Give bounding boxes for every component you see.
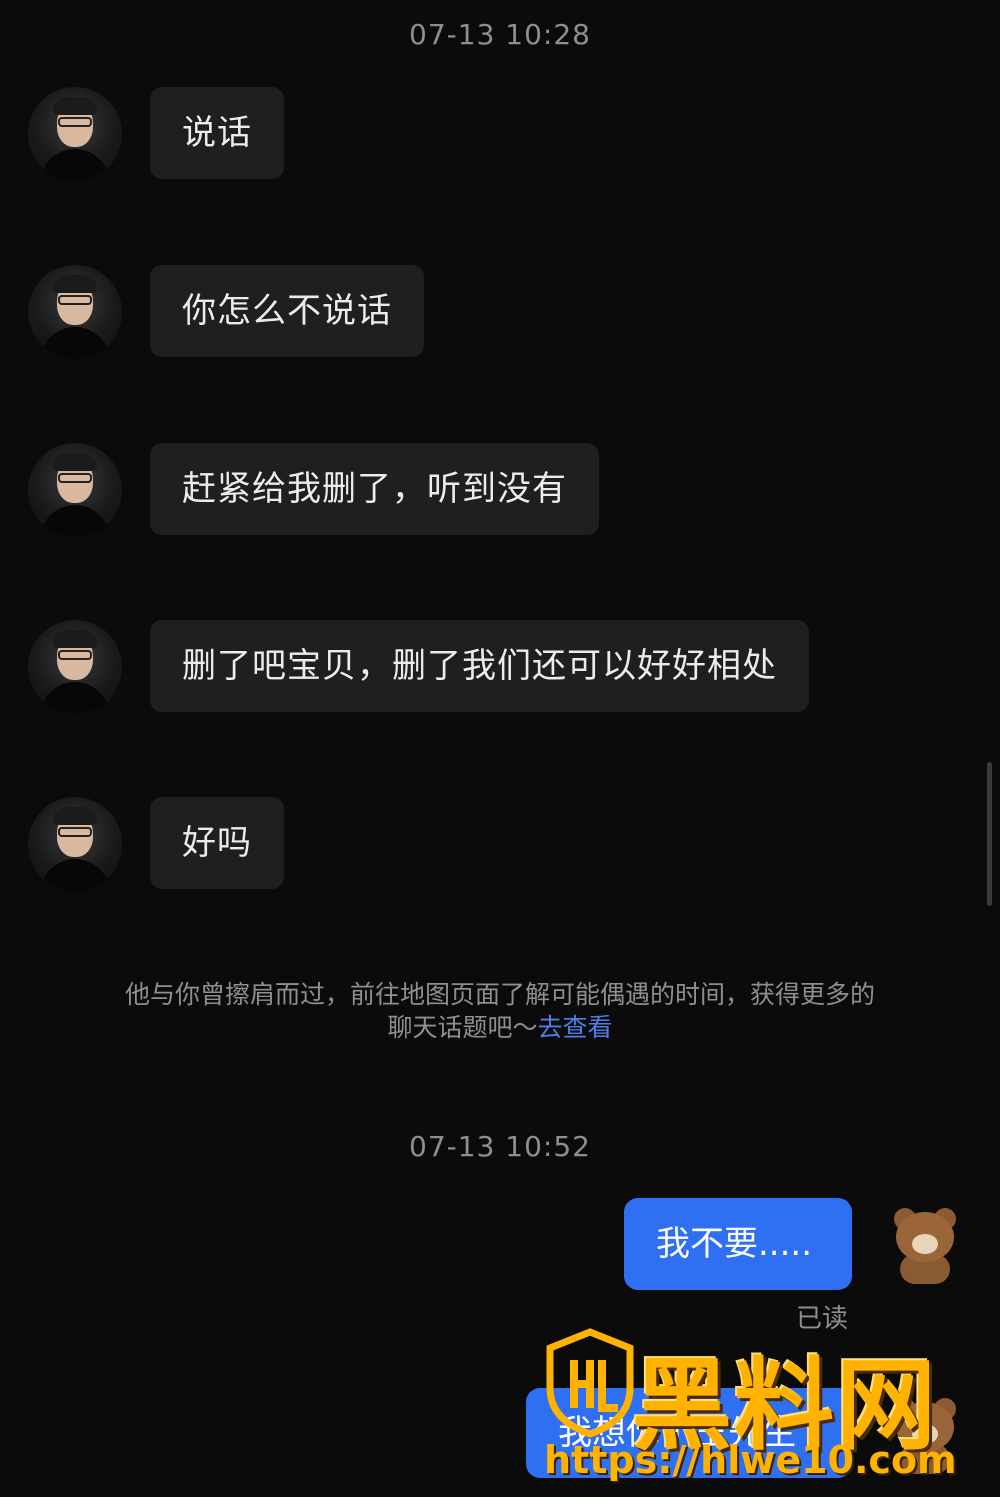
read-status: 已读 bbox=[796, 1304, 849, 1334]
scrollbar[interactable] bbox=[987, 762, 992, 906]
contact-avatar[interactable] bbox=[28, 87, 122, 181]
encounter-notice: 他与你曾擦肩而过，前往地图页面了解可能偶遇的时间，获得更多的聊天话题吧～去查看 bbox=[120, 978, 880, 1044]
contact-avatar[interactable] bbox=[28, 265, 122, 359]
incoming-message-bubble[interactable]: 说话 bbox=[150, 87, 284, 179]
teddy-bear-avatar-icon[interactable] bbox=[878, 1198, 972, 1292]
incoming-message-bubble[interactable]: 好吗 bbox=[150, 797, 284, 889]
outgoing-message-bubble[interactable]: 我想你了王先生 bbox=[526, 1388, 852, 1478]
timestamp: 07-13 10:52 bbox=[409, 1130, 591, 1163]
contact-avatar[interactable] bbox=[28, 797, 122, 891]
contact-avatar[interactable] bbox=[28, 620, 122, 714]
contact-avatar[interactable] bbox=[28, 443, 122, 537]
teddy-bear-avatar-icon[interactable] bbox=[878, 1388, 972, 1482]
incoming-message-bubble[interactable]: 你怎么不说话 bbox=[150, 265, 424, 357]
outgoing-message-bubble[interactable]: 我不要..... bbox=[624, 1198, 852, 1290]
notice-text: 他与你曾擦肩而过，前往地图页面了解可能偶遇的时间，获得更多的聊天话题吧～ bbox=[124, 980, 875, 1042]
view-map-link[interactable]: 去查看 bbox=[538, 1013, 613, 1042]
timestamp: 07-13 10:28 bbox=[409, 18, 591, 51]
incoming-message-bubble[interactable]: 删了吧宝贝，删了我们还可以好好相处 bbox=[150, 620, 809, 712]
incoming-message-bubble[interactable]: 赶紧给我删了，听到没有 bbox=[150, 443, 599, 535]
